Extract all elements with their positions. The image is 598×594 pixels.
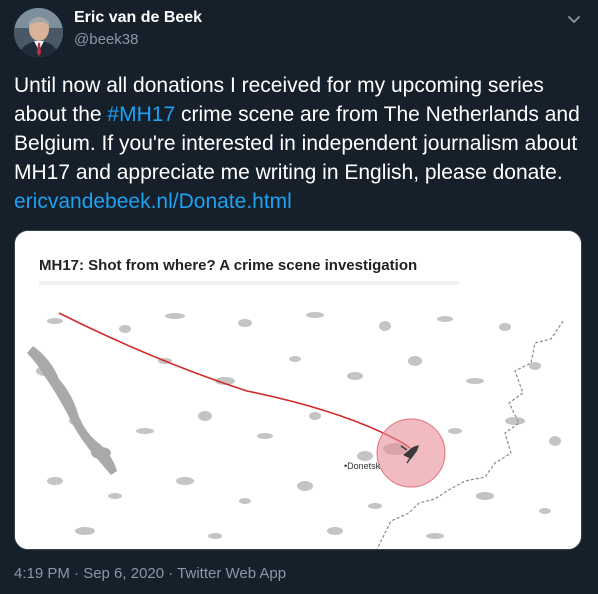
hashtag-link[interactable]: #MH17	[107, 103, 175, 126]
user-display-name[interactable]: Eric van de Beek	[74, 9, 202, 27]
tweet-text: Until now all donations I received for m…	[14, 71, 586, 216]
map-graphic	[15, 231, 581, 549]
profile-photo	[14, 8, 63, 57]
avatar[interactable]	[14, 8, 63, 57]
map-city-label: •Donetsk	[344, 461, 381, 471]
chevron-down-icon[interactable]	[566, 11, 582, 27]
tweet-metadata[interactable]: 4:19 PM · Sep 6, 2020 · Twitter Web App	[14, 565, 286, 582]
media-image[interactable]: MH17: Shot from where? A crime scene inv…	[14, 230, 582, 550]
media-title: MH17: Shot from where? A crime scene inv…	[39, 257, 418, 274]
donate-link[interactable]: ericvandebeek.nl/Donate.html	[14, 190, 292, 213]
user-handle[interactable]: @beek38	[74, 31, 138, 48]
